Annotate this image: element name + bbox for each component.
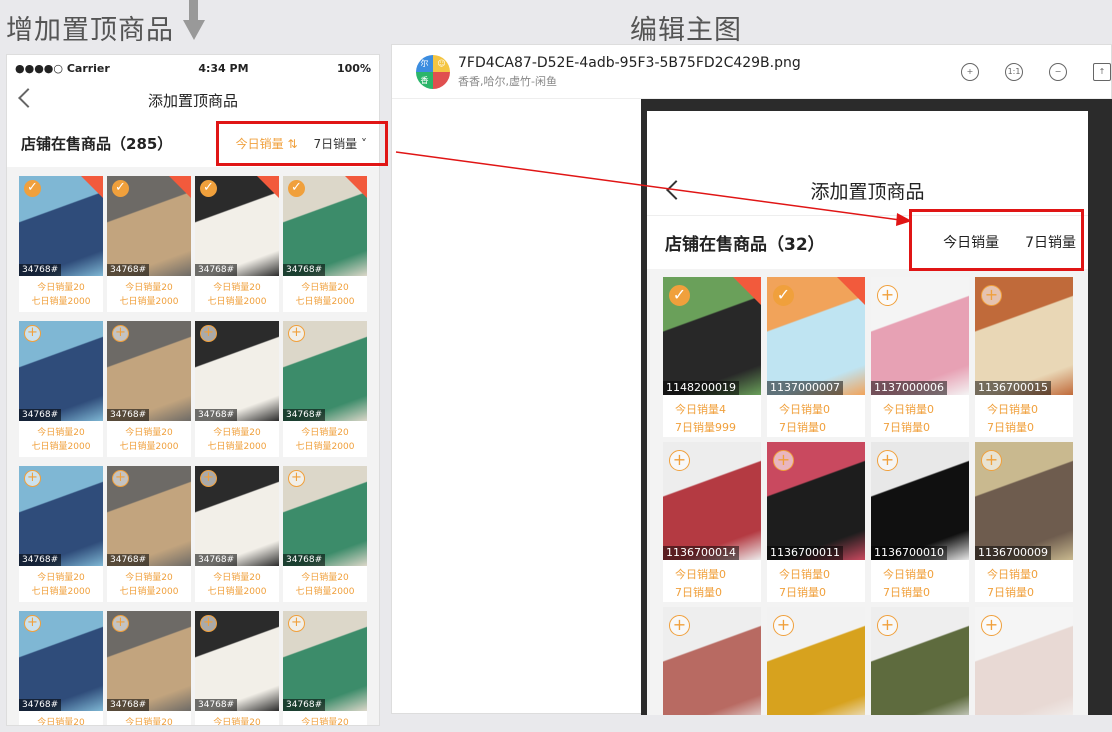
connector-arrow (395, 151, 912, 226)
